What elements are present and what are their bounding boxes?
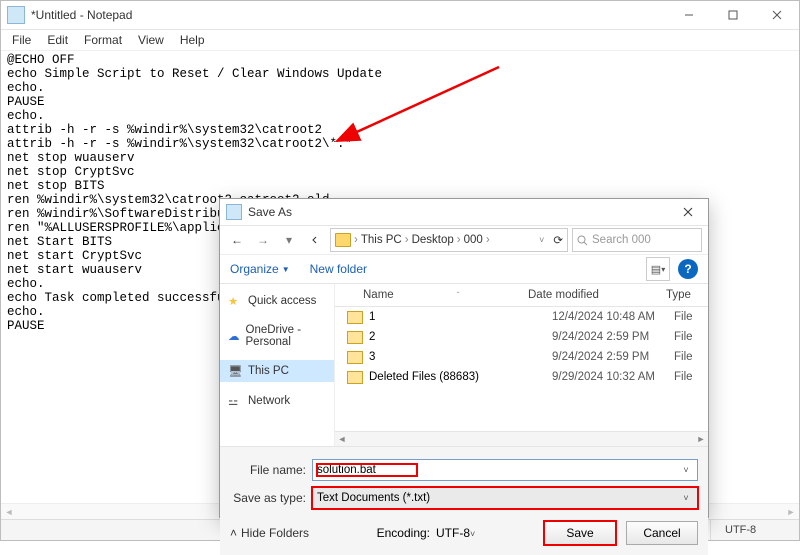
organize-menu[interactable]: Organize ▼ xyxy=(230,262,290,276)
sidebar-item-onedrive[interactable]: ☁OneDrive - Personal xyxy=(220,320,334,352)
menu-edit[interactable]: Edit xyxy=(40,31,75,49)
dialog-title: Save As xyxy=(248,205,668,219)
nav-recent-button[interactable]: ▾ xyxy=(278,229,300,251)
chevron-up-icon: ˄ xyxy=(230,526,237,540)
nav-sidebar: ★Quick access ☁OneDrive - Personal 🖥This… xyxy=(220,284,335,446)
file-row[interactable]: 112/4/2024 10:48 AMFile xyxy=(335,307,708,327)
filename-label: File name: xyxy=(230,463,306,477)
encoding-dropdown[interactable]: UTF-8˅ xyxy=(436,526,528,540)
notepad-icon xyxy=(226,204,242,220)
crumb-thispc[interactable]: This PC xyxy=(361,234,402,246)
dialog-toolbar: Organize ▼ New folder ▤ ▾ ? xyxy=(220,255,708,284)
file-date: 9/24/2024 2:59 PM xyxy=(552,331,674,343)
sidebar-item-network[interactable]: ⚍Network xyxy=(220,390,334,412)
cloud-icon: ☁ xyxy=(228,329,240,343)
refresh-icon[interactable]: ⟳ xyxy=(553,233,563,247)
breadcrumb[interactable]: › This PC › Desktop › 000 › ˅ ⟳ xyxy=(330,228,568,252)
file-pane: Name ˆ Date modified Type 112/4/2024 10:… xyxy=(335,284,708,446)
sidebar-item-thispc[interactable]: 🖥This PC xyxy=(220,360,334,382)
folder-icon xyxy=(335,233,351,247)
dialog-titlebar: Save As xyxy=(220,199,708,226)
star-icon: ★ xyxy=(228,294,242,308)
nav-up-button[interactable] xyxy=(304,229,326,251)
menu-help[interactable]: Help xyxy=(173,31,212,49)
dialog-bottom: File name: solution.bat ˅ Save as type: … xyxy=(220,446,708,555)
filename-value: solution.bat xyxy=(317,464,417,476)
dialog-body: ★Quick access ☁OneDrive - Personal 🖥This… xyxy=(220,284,708,446)
file-type: File xyxy=(674,311,708,323)
filename-input[interactable]: solution.bat ˅ xyxy=(312,459,698,481)
column-headers[interactable]: Name ˆ Date modified Type xyxy=(335,284,708,307)
minimize-button[interactable] xyxy=(667,1,711,29)
folder-icon xyxy=(347,311,363,324)
encoding-label: Encoding: xyxy=(377,526,430,540)
sort-asc-icon: ˆ xyxy=(457,291,460,300)
view-options-button[interactable]: ▤ ▾ xyxy=(646,257,670,281)
file-row[interactable]: 39/24/2024 2:59 PMFile xyxy=(335,347,708,367)
save-button[interactable]: Save xyxy=(544,521,616,545)
file-type: File xyxy=(674,351,708,363)
dialog-close-button[interactable] xyxy=(668,199,708,225)
nav-forward-button[interactable]: → xyxy=(252,229,274,251)
help-button[interactable]: ? xyxy=(678,259,698,279)
pc-icon: 🖥 xyxy=(228,364,242,378)
chevron-down-icon[interactable]: ˅ xyxy=(679,465,693,475)
col-name[interactable]: Name ˆ xyxy=(335,289,520,301)
col-date[interactable]: Date modified xyxy=(520,289,658,301)
file-row[interactable]: Deleted Files (88683)9/29/2024 10:32 AMF… xyxy=(335,367,708,387)
crumb-dropdown[interactable]: ˅ xyxy=(539,235,544,245)
status-encoding: UTF-8 xyxy=(710,520,799,540)
nav-row: ← → ▾ › This PC › Desktop › 000 › ˅ ⟳ Se… xyxy=(220,226,708,255)
crumb-folder[interactable]: 000 xyxy=(464,234,483,246)
file-date: 12/4/2024 10:48 AM xyxy=(552,311,674,323)
savetype-dropdown[interactable]: Text Documents (*.txt) ˅ xyxy=(312,487,698,509)
menu-view[interactable]: View xyxy=(131,31,171,49)
menubar: File Edit Format View Help xyxy=(1,30,799,51)
new-folder-button[interactable]: New folder xyxy=(310,262,367,276)
file-date: 9/29/2024 10:32 AM xyxy=(552,371,674,383)
menu-file[interactable]: File xyxy=(5,31,38,49)
cancel-button[interactable]: Cancel xyxy=(626,521,698,545)
savetype-label: Save as type: xyxy=(230,491,306,505)
search-icon xyxy=(577,235,588,246)
maximize-button[interactable] xyxy=(711,1,755,29)
close-button[interactable] xyxy=(755,1,799,29)
file-name: 1 xyxy=(369,311,552,323)
filepane-hscrollbar[interactable]: ◄► xyxy=(335,431,708,446)
titlebar: *Untitled - Notepad xyxy=(1,1,799,30)
col-type[interactable]: Type xyxy=(658,289,708,301)
search-input[interactable]: Search 000 xyxy=(572,228,702,252)
folder-icon xyxy=(347,351,363,364)
sidebar-item-quick-access[interactable]: ★Quick access xyxy=(220,290,334,312)
hide-folders-button[interactable]: ˄Hide Folders xyxy=(230,526,309,540)
file-row[interactable]: 29/24/2024 2:59 PMFile xyxy=(335,327,708,347)
nav-back-button[interactable]: ← xyxy=(226,229,248,251)
network-icon: ⚍ xyxy=(228,394,242,408)
file-name: 3 xyxy=(369,351,552,363)
crumb-desktop[interactable]: Desktop xyxy=(412,234,454,246)
notepad-icon xyxy=(7,6,25,24)
save-as-dialog: Save As ← → ▾ › This PC › Desktop › 000 … xyxy=(219,198,709,518)
file-name: Deleted Files (88683) xyxy=(369,371,552,383)
chevron-down-icon[interactable]: ˅ xyxy=(679,493,693,503)
file-name: 2 xyxy=(369,331,552,343)
file-type: File xyxy=(674,371,708,383)
folder-icon xyxy=(347,371,363,384)
menu-format[interactable]: Format xyxy=(77,31,129,49)
file-type: File xyxy=(674,331,708,343)
file-date: 9/24/2024 2:59 PM xyxy=(552,351,674,363)
folder-icon xyxy=(347,331,363,344)
window-title: *Untitled - Notepad xyxy=(31,8,667,22)
